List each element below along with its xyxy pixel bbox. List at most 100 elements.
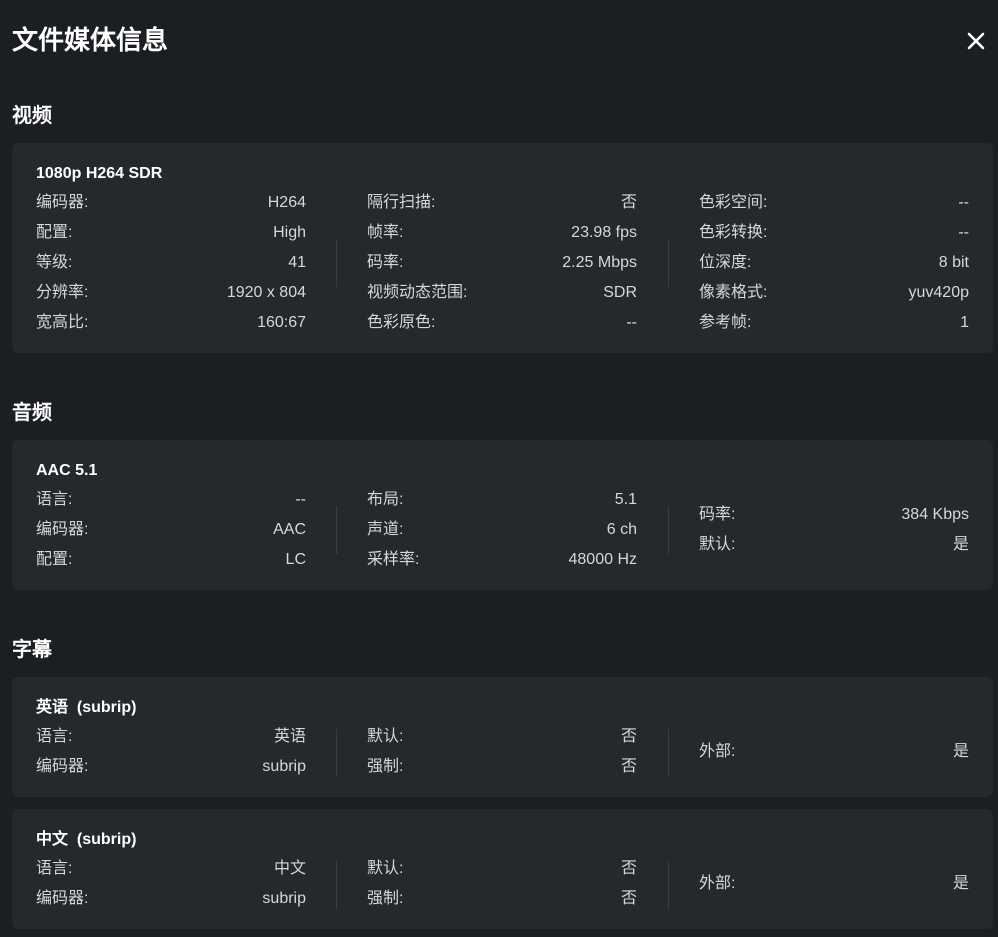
row-value: 否 bbox=[620, 728, 637, 745]
row-label: 编码器: bbox=[36, 890, 89, 907]
row-value: -- bbox=[958, 194, 969, 211]
column-divider bbox=[336, 239, 337, 287]
info-row-channels: 声道: 6 ch bbox=[367, 515, 637, 545]
video-section-title: 视频 bbox=[12, 105, 52, 127]
info-row-bit-depth: 位深度: 8 bit bbox=[699, 248, 969, 278]
info-row-dynamic-range: 视频动态范围: SDR bbox=[367, 278, 637, 308]
subtitle-column-1: 语言: 英语 编码器: subrip bbox=[36, 722, 306, 782]
info-row-forced: 强制: 否 bbox=[367, 884, 637, 914]
video-column-1: 编码器: H264 配置: High 等级: 41 分辨率: 1920 x 804 宽高… bbox=[36, 188, 306, 338]
row-value: 5.1 bbox=[614, 491, 637, 508]
info-row-codec: 编码器: AAC bbox=[36, 515, 306, 545]
video-track-card: 1080p H264 SDR 编码器: H264 配置: High 等级: 41 分辨… bbox=[12, 143, 993, 353]
row-label: 参考帧: bbox=[699, 314, 752, 331]
row-label: 色彩原色: bbox=[367, 314, 436, 331]
row-value: AAC bbox=[273, 521, 306, 538]
info-row-external: 外部: 是 bbox=[699, 737, 969, 767]
column-divider bbox=[336, 861, 337, 909]
info-row-color-transfer: 色彩转换: -- bbox=[699, 218, 969, 248]
info-row-forced: 强制: 否 bbox=[367, 752, 637, 782]
column-divider bbox=[668, 861, 669, 909]
info-row-interlaced: 隔行扫描: 否 bbox=[367, 188, 637, 218]
row-label: 帧率: bbox=[367, 224, 404, 241]
info-row-resolution: 分辨率: 1920 x 804 bbox=[36, 278, 306, 308]
info-row-language: 语言: -- bbox=[36, 485, 306, 515]
info-row-default: 默认: 否 bbox=[367, 722, 637, 752]
row-value: High bbox=[273, 224, 306, 241]
row-value: -- bbox=[295, 491, 306, 508]
row-value: 中文 bbox=[273, 860, 306, 877]
info-row-profile: 配置: LC bbox=[36, 545, 306, 575]
subtitle-column-1: 语言: 中文 编码器: subrip bbox=[36, 854, 306, 914]
row-value: 1920 x 804 bbox=[226, 284, 306, 301]
column-divider bbox=[336, 506, 337, 554]
row-value: 是 bbox=[952, 536, 969, 553]
row-value: -- bbox=[958, 224, 969, 241]
row-value: 是 bbox=[952, 875, 969, 892]
row-label: 默认: bbox=[367, 860, 404, 877]
row-label: 采样率: bbox=[367, 551, 420, 568]
audio-track-title: AAC 5.1 bbox=[36, 462, 98, 479]
row-value: subrip bbox=[262, 758, 306, 775]
column-divider bbox=[668, 506, 669, 554]
row-label: 宽高比: bbox=[36, 314, 89, 331]
row-value: 英语 bbox=[273, 728, 306, 745]
row-value: 否 bbox=[620, 890, 637, 907]
row-label: 分辨率: bbox=[36, 284, 89, 301]
info-row-bitrate: 码率: 384 Kbps bbox=[699, 500, 969, 530]
subtitle-column-2: 默认: 否 强制: 否 bbox=[367, 722, 637, 782]
audio-section-title: 音频 bbox=[12, 402, 52, 424]
row-value: SDR bbox=[603, 284, 637, 301]
row-label: 强制: bbox=[367, 890, 404, 907]
row-value: -- bbox=[626, 314, 637, 331]
row-value: 2.25 Mbps bbox=[562, 254, 637, 271]
row-label: 编码器: bbox=[36, 758, 89, 775]
video-column-3: 色彩空间: -- 色彩转换: -- 位深度: 8 bit 像素格式: yuv420p 参… bbox=[699, 188, 969, 338]
column-divider bbox=[668, 729, 669, 777]
info-row-language: 语言: 英语 bbox=[36, 722, 306, 752]
row-label: 声道: bbox=[367, 521, 404, 538]
subtitle-track-title: 中文 (subrip) bbox=[36, 831, 137, 848]
info-row-codec: 编码器: H264 bbox=[36, 188, 306, 218]
row-label: 语言: bbox=[36, 728, 73, 745]
row-label: 色彩空间: bbox=[699, 194, 768, 211]
row-value: 6 ch bbox=[606, 521, 637, 538]
row-value: 48000 Hz bbox=[568, 551, 638, 568]
row-label: 色彩转换: bbox=[699, 224, 768, 241]
row-label: 视频动态范围: bbox=[367, 284, 468, 301]
video-column-2: 隔行扫描: 否 帧率: 23.98 fps 码率: 2.25 Mbps 视频动态范围:… bbox=[367, 188, 637, 338]
close-button[interactable] bbox=[963, 28, 989, 54]
media-info-dialog: 文件媒体信息 视频 1080p H264 SDR 编码器: H264 配置: Hig… bbox=[0, 0, 998, 937]
row-value: 41 bbox=[288, 254, 306, 271]
row-value: 否 bbox=[620, 758, 637, 775]
info-row-color-space: 色彩空间: -- bbox=[699, 188, 969, 218]
audio-column-1: 语言: -- 编码器: AAC 配置: LC bbox=[36, 485, 306, 575]
column-divider bbox=[336, 729, 337, 777]
audio-column-2: 布局: 5.1 声道: 6 ch 采样率: 48000 Hz bbox=[367, 485, 637, 575]
subtitle-track-card: 英语 (subrip) 语言: 英语 编码器: subrip 默认: 否 强制: 否 外… bbox=[12, 677, 993, 797]
audio-track-card: AAC 5.1 语言: -- 编码器: AAC 配置: LC 布局: 5.1 声道: 6 … bbox=[12, 440, 993, 590]
info-row-codec: 编码器: subrip bbox=[36, 752, 306, 782]
row-label: 默认: bbox=[367, 728, 404, 745]
info-row-color-primaries: 色彩原色: -- bbox=[367, 308, 637, 338]
info-row-ref-frames: 参考帧: 1 bbox=[699, 308, 969, 338]
row-label: 语言: bbox=[36, 491, 73, 508]
row-label: 编码器: bbox=[36, 194, 89, 211]
row-value: 否 bbox=[620, 194, 637, 211]
video-track-title: 1080p H264 SDR bbox=[36, 165, 163, 182]
row-value: 否 bbox=[620, 860, 637, 877]
row-label: 默认: bbox=[699, 536, 736, 553]
row-value: yuv420p bbox=[908, 284, 970, 301]
subtitle-column-3: 外部: 是 bbox=[699, 869, 969, 899]
close-icon bbox=[967, 32, 985, 50]
row-label: 码率: bbox=[367, 254, 404, 271]
row-label: 强制: bbox=[367, 758, 404, 775]
subtitle-track-title: 英语 (subrip) bbox=[36, 699, 137, 716]
row-label: 配置: bbox=[36, 551, 73, 568]
row-value: 1 bbox=[960, 314, 969, 331]
info-row-sample-rate: 采样率: 48000 Hz bbox=[367, 545, 637, 575]
info-row-default: 默认: 是 bbox=[699, 530, 969, 560]
row-value: LC bbox=[285, 551, 306, 568]
subtitle-column-2: 默认: 否 强制: 否 bbox=[367, 854, 637, 914]
row-label: 码率: bbox=[699, 506, 736, 523]
